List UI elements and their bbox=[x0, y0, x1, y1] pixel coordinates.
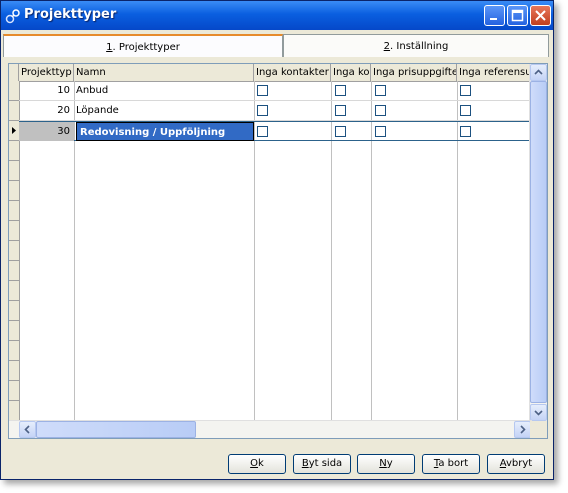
col-header-inga-referensu[interactable]: Inga referensu bbox=[457, 64, 531, 81]
grid-header: Projekttyp Namn Inga kontakter Inga kor … bbox=[9, 64, 531, 82]
chevron-up-icon bbox=[534, 69, 543, 75]
scroll-up-button[interactable] bbox=[530, 64, 547, 81]
minimize-icon bbox=[490, 18, 497, 20]
row-header bbox=[9, 321, 19, 341]
avbryt-button[interactable]: Avbryt bbox=[487, 454, 545, 474]
row-header bbox=[9, 181, 19, 201]
header-corner bbox=[9, 64, 19, 81]
ny-label: y bbox=[386, 458, 393, 469]
cell-namn-editing[interactable]: Redovisning / Uppföljning bbox=[76, 122, 254, 141]
checkbox-inga-kontakter[interactable] bbox=[257, 85, 268, 96]
chevron-down-icon bbox=[534, 410, 543, 416]
ta-bort-label: a bort bbox=[438, 458, 469, 469]
row-header bbox=[9, 221, 19, 241]
col-header-namn[interactable]: Namn bbox=[74, 64, 254, 81]
checkbox-inga-referensu[interactable] bbox=[460, 85, 471, 96]
horizontal-scroll-thumb[interactable] bbox=[36, 421, 196, 438]
chevron-right-icon bbox=[520, 425, 526, 434]
ok-accel: O bbox=[250, 458, 259, 469]
col-header-inga-kontakter[interactable]: Inga kontakter bbox=[254, 64, 331, 81]
close-button[interactable] bbox=[530, 5, 551, 26]
table-row-selected[interactable]: 30 Redovisning / Uppföljning bbox=[19, 121, 531, 141]
ta-bort-button[interactable]: Ta bort bbox=[422, 454, 480, 474]
checkbox-inga-kor[interactable] bbox=[335, 105, 346, 116]
scroll-right-button[interactable] bbox=[514, 421, 531, 438]
byt-sida-button[interactable]: Byt sida bbox=[293, 454, 351, 474]
cell-namn[interactable]: Anbud bbox=[76, 81, 254, 100]
horizontal-scrollbar[interactable] bbox=[9, 420, 532, 438]
tab-projekttyper[interactable]: 1. Projekttyper bbox=[3, 34, 283, 57]
row-header bbox=[9, 281, 19, 301]
checkbox-inga-referensu[interactable] bbox=[460, 105, 471, 116]
scroll-left-button[interactable] bbox=[19, 421, 36, 438]
byt-sida-accel: B bbox=[301, 458, 309, 469]
row-header bbox=[9, 341, 19, 361]
byt-sida-label: yt sida bbox=[308, 458, 343, 469]
row-header bbox=[9, 361, 19, 381]
col-header-projekttyp[interactable]: Projekttyp bbox=[19, 64, 74, 81]
row-header bbox=[9, 261, 19, 281]
tab-installning[interactable]: 2. Inställning bbox=[283, 34, 549, 57]
window: Projekttyper 1. Projekttyper 2. Inställn… bbox=[0, 0, 554, 480]
col-header-inga-kor[interactable]: Inga kor bbox=[331, 64, 371, 81]
current-row-arrow-icon bbox=[12, 127, 16, 134]
checkbox-inga-kor[interactable] bbox=[335, 126, 346, 137]
scrollbar-corner bbox=[530, 421, 547, 438]
col-header-inga-prisuppgifter[interactable]: Inga prisuppgifter bbox=[371, 64, 457, 81]
vertical-scroll-thumb[interactable] bbox=[530, 81, 547, 403]
window-title: Projekttyper bbox=[24, 7, 117, 22]
avbryt-label: vbryt bbox=[506, 458, 533, 469]
row-header bbox=[9, 401, 19, 421]
table-row[interactable]: 20 Löpande bbox=[19, 101, 531, 121]
ny-button[interactable]: Ny bbox=[357, 454, 415, 474]
cell-projekttyp[interactable]: 10 bbox=[19, 81, 74, 100]
checkbox-inga-kor[interactable] bbox=[335, 85, 346, 96]
checkbox-inga-prisuppgifter[interactable] bbox=[375, 85, 386, 96]
vertical-scrollbar[interactable] bbox=[529, 64, 547, 421]
cell-projekttyp[interactable]: 20 bbox=[19, 101, 74, 120]
scroll-down-button[interactable] bbox=[530, 404, 547, 421]
ny-accel: N bbox=[379, 458, 387, 469]
checkbox-inga-kontakter[interactable] bbox=[257, 105, 268, 116]
checkbox-inga-kontakter[interactable] bbox=[257, 126, 268, 137]
tab-1-label: . Projekttyper bbox=[112, 42, 180, 53]
minimize-button[interactable] bbox=[484, 5, 505, 26]
cell-namn[interactable]: Löpande bbox=[76, 101, 254, 120]
tab-2-label: . Inställning bbox=[390, 41, 449, 52]
ok-button[interactable]: Ok bbox=[228, 454, 286, 474]
checkbox-inga-prisuppgifter[interactable] bbox=[375, 105, 386, 116]
projekttyper-grid[interactable]: Projekttyp Namn Inga kontakter Inga kor … bbox=[8, 63, 548, 439]
ok-label: k bbox=[258, 458, 264, 469]
row-header bbox=[9, 161, 19, 181]
row-header bbox=[9, 141, 19, 161]
row-header[interactable] bbox=[9, 81, 19, 101]
row-header bbox=[9, 241, 19, 261]
close-icon bbox=[535, 10, 546, 21]
table-row[interactable]: 10 Anbud bbox=[19, 81, 531, 101]
tab-strip: 1. Projekttyper 2. Inställning bbox=[3, 34, 549, 58]
row-header-current[interactable] bbox=[9, 121, 19, 141]
row-header bbox=[9, 381, 19, 401]
maximize-button[interactable] bbox=[507, 5, 528, 26]
row-header bbox=[9, 201, 19, 221]
title-bar[interactable]: Projekttyper bbox=[1, 1, 553, 30]
checkbox-inga-referensu[interactable] bbox=[460, 126, 471, 137]
checkbox-inga-prisuppgifter[interactable] bbox=[375, 126, 386, 137]
app-icon bbox=[5, 9, 20, 24]
row-header bbox=[9, 301, 19, 321]
row-header[interactable] bbox=[9, 101, 19, 121]
maximize-icon bbox=[511, 9, 524, 22]
chevron-left-icon bbox=[24, 425, 30, 434]
cell-projekttyp[interactable]: 30 bbox=[19, 122, 74, 141]
